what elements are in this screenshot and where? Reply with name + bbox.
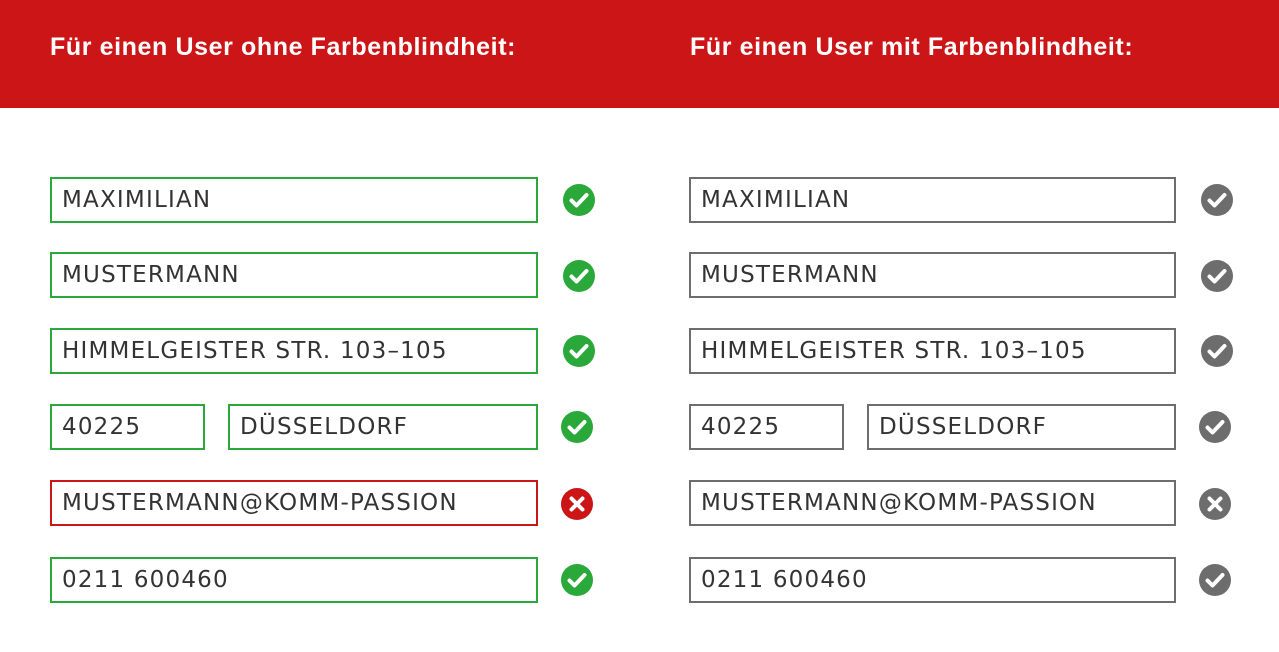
last-name-field[interactable]: MUSTERMANN [689, 252, 1176, 298]
check-circle-icon [1201, 260, 1233, 292]
street-field[interactable]: HIMMELGEISTER STR. 103–105 [689, 328, 1176, 374]
colorblind-panel: MAXIMILIAN MUSTERMANN HIMMELGEISTER STR.… [640, 0, 1279, 652]
check-circle-icon [1199, 411, 1231, 443]
check-circle-icon [1199, 564, 1231, 596]
email-field[interactable]: MUSTERMANN@KOMM-PASSION [50, 480, 538, 526]
city-field[interactable]: DÜSSELDORF [867, 404, 1176, 450]
check-circle-icon [563, 335, 595, 367]
phone-field[interactable]: 0211 600460 [689, 557, 1176, 603]
x-circle-icon [1199, 488, 1231, 520]
check-circle-icon [563, 184, 595, 216]
first-name-field[interactable]: MAXIMILIAN [50, 177, 538, 223]
check-circle-icon [563, 260, 595, 292]
check-circle-icon [1201, 335, 1233, 367]
normal-vision-panel: MAXIMILIAN MUSTERMANN HIMMELGEISTER STR.… [0, 0, 600, 652]
check-circle-icon [1201, 184, 1233, 216]
phone-field[interactable]: 0211 600460 [50, 557, 538, 603]
check-circle-icon [561, 564, 593, 596]
check-circle-icon [561, 411, 593, 443]
email-field[interactable]: MUSTERMANN@KOMM-PASSION [689, 480, 1176, 526]
last-name-field[interactable]: MUSTERMANN [50, 252, 538, 298]
city-field[interactable]: DÜSSELDORF [228, 404, 538, 450]
zip-field[interactable]: 40225 [689, 404, 844, 450]
x-circle-icon [561, 488, 593, 520]
street-field[interactable]: HIMMELGEISTER STR. 103–105 [50, 328, 538, 374]
zip-field[interactable]: 40225 [50, 404, 205, 450]
first-name-field[interactable]: MAXIMILIAN [689, 177, 1176, 223]
